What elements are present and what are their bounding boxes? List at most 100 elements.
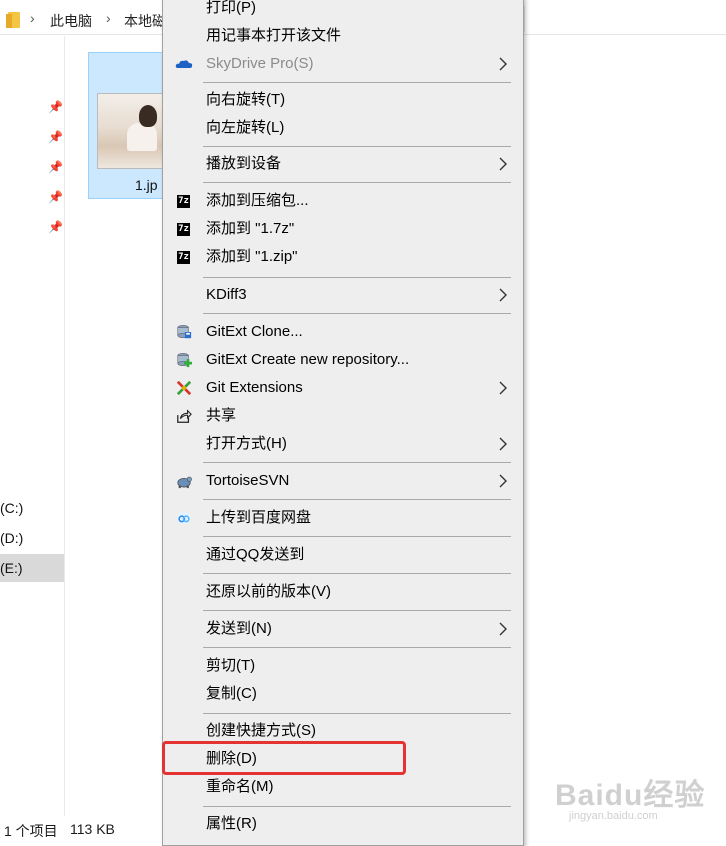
chevron-right-icon bbox=[499, 622, 507, 636]
menu-item-label: 用记事本打开该文件 bbox=[206, 27, 342, 44]
menu-item-label: 向右旋转(T) bbox=[206, 91, 286, 108]
menu-item-add-7z[interactable]: 7z 添加到 "1.7z" bbox=[163, 215, 523, 243]
menu-item-open-with[interactable]: 打开方式(H) bbox=[163, 430, 523, 458]
menu-item-kdiff3[interactable]: KDiff3 bbox=[163, 281, 523, 309]
pin-icon[interactable]: 📌 bbox=[48, 190, 63, 204]
menu-item-send-via-qq[interactable]: 通过QQ发送到 bbox=[163, 541, 523, 569]
cloud-icon bbox=[175, 60, 193, 68]
menu-item-label: 添加到压缩包... bbox=[206, 192, 309, 209]
pin-icon[interactable]: 📌 bbox=[48, 220, 63, 234]
menu-separator bbox=[203, 182, 511, 183]
chevron-right-icon bbox=[499, 57, 507, 71]
menu-item-label: 还原以前的版本(V) bbox=[206, 583, 331, 600]
pin-icon[interactable]: 📌 bbox=[48, 130, 63, 144]
menu-separator bbox=[203, 573, 511, 574]
menu-item-add-zip[interactable]: 7z 添加到 "1.zip" bbox=[163, 243, 523, 271]
delete-highlight-annotation bbox=[162, 741, 406, 775]
watermark-url: jingyan.baidu.com bbox=[569, 810, 658, 822]
7zip-icon: 7z bbox=[177, 223, 190, 236]
baidu-watermark-logo: Baidu经验 jingyan.baidu.com bbox=[555, 770, 715, 830]
menu-separator bbox=[203, 713, 511, 714]
chevron-right-icon bbox=[499, 437, 507, 451]
git-create-icon bbox=[177, 353, 192, 368]
menu-item-rename[interactable]: 重命名(M) bbox=[163, 773, 523, 801]
git-extensions-icon bbox=[176, 380, 192, 396]
folder-icon bbox=[6, 12, 20, 28]
navigation-pane: 📌 📌 📌 📌 📌 (C:) (D:) (E:) bbox=[0, 36, 65, 816]
menu-item-label: 发送到(N) bbox=[206, 620, 272, 637]
menu-item-skydrive[interactable]: SkyDrive Pro(S) bbox=[163, 50, 523, 78]
menu-item-label: SkyDrive Pro(S) bbox=[206, 55, 314, 72]
breadcrumb-this-pc[interactable]: 此电脑 bbox=[50, 11, 92, 31]
menu-item-label: 添加到 "1.zip" bbox=[206, 248, 298, 265]
menu-item-copy[interactable]: 复制(C) bbox=[163, 680, 523, 708]
menu-separator bbox=[203, 499, 511, 500]
menu-separator bbox=[203, 462, 511, 463]
menu-item-label: TortoiseSVN bbox=[206, 472, 290, 489]
menu-separator bbox=[203, 647, 511, 648]
menu-item-restore-versions[interactable]: 还原以前的版本(V) bbox=[163, 578, 523, 606]
menu-item-share[interactable]: 共享 bbox=[163, 402, 523, 430]
menu-item-gitext-create-repo[interactable]: GitExt Create new repository... bbox=[163, 346, 523, 374]
nav-drive-c[interactable]: (C:) bbox=[0, 494, 64, 522]
menu-item-label: 打印(P) bbox=[206, 0, 256, 16]
menu-separator bbox=[203, 82, 511, 83]
menu-item-label: 重命名(M) bbox=[206, 778, 274, 795]
search-box[interactable] bbox=[524, 6, 726, 32]
pin-icon[interactable]: 📌 bbox=[48, 100, 63, 114]
chevron-right-icon: › bbox=[30, 10, 35, 26]
chevron-right-icon bbox=[499, 474, 507, 488]
menu-item-print[interactable]: 打印(P) bbox=[163, 0, 523, 22]
menu-item-label: 播放到设备 bbox=[206, 155, 282, 172]
chevron-right-icon bbox=[499, 157, 507, 171]
item-count: 1 个项目 bbox=[4, 823, 58, 839]
chevron-right-icon: › bbox=[106, 10, 111, 26]
menu-item-label: Git Extensions bbox=[206, 379, 303, 396]
context-menu: 打印(P) 用记事本打开该文件 SkyDrive Pro(S) 向右旋转(T) … bbox=[162, 0, 524, 846]
chevron-right-icon bbox=[499, 288, 507, 302]
menu-item-rotate-left[interactable]: 向左旋转(L) bbox=[163, 114, 523, 142]
menu-separator bbox=[203, 806, 511, 807]
nav-drive-e[interactable]: (E:) bbox=[0, 554, 64, 582]
nav-drive-d[interactable]: (D:) bbox=[0, 524, 64, 552]
menu-item-gitext-clone[interactable]: GitExt Clone... bbox=[163, 318, 523, 346]
menu-item-cut[interactable]: 剪切(T) bbox=[163, 652, 523, 680]
menu-item-cast-to-device[interactable]: 播放到设备 bbox=[163, 150, 523, 178]
menu-item-label: 剪切(T) bbox=[206, 657, 256, 674]
menu-item-label: 向左旋转(L) bbox=[206, 119, 285, 136]
chevron-right-icon bbox=[499, 381, 507, 395]
share-icon bbox=[177, 409, 192, 423]
menu-item-tortoise-svn[interactable]: TortoiseSVN bbox=[163, 467, 523, 495]
watermark-brand: Baidu经验 bbox=[555, 779, 706, 812]
breadcrumb-local-disk[interactable]: 本地磁 bbox=[124, 11, 166, 31]
pin-icon[interactable]: 📌 bbox=[48, 160, 63, 174]
menu-item-baidu-upload[interactable]: 上传到百度网盘 bbox=[163, 504, 523, 532]
menu-item-add-archive[interactable]: 7z 添加到压缩包... bbox=[163, 187, 523, 215]
menu-item-label: 属性(R) bbox=[206, 815, 257, 832]
file-thumbnail bbox=[97, 93, 163, 169]
file-item[interactable]: 1.jp bbox=[88, 52, 170, 199]
menu-item-label: KDiff3 bbox=[206, 286, 247, 303]
baidu-netdisk-icon bbox=[177, 511, 191, 525]
menu-item-open-notepad[interactable]: 用记事本打开该文件 bbox=[163, 22, 523, 50]
menu-item-properties[interactable]: 属性(R) bbox=[163, 810, 523, 838]
menu-item-label: 上传到百度网盘 bbox=[206, 509, 312, 526]
menu-item-label: GitExt Clone... bbox=[206, 323, 303, 340]
menu-separator bbox=[203, 277, 511, 278]
menu-item-git-extensions[interactable]: Git Extensions bbox=[163, 374, 523, 402]
7zip-icon: 7z bbox=[177, 251, 190, 264]
menu-item-label: 打开方式(H) bbox=[206, 435, 287, 452]
7zip-icon: 7z bbox=[177, 195, 190, 208]
menu-separator bbox=[203, 146, 511, 147]
git-clone-icon bbox=[177, 325, 192, 339]
file-name: 1.jp bbox=[135, 177, 158, 193]
menu-separator bbox=[203, 313, 511, 314]
item-size: 113 KB bbox=[70, 821, 115, 837]
menu-separator bbox=[203, 536, 511, 537]
menu-item-send-to[interactable]: 发送到(N) bbox=[163, 615, 523, 643]
menu-separator bbox=[203, 610, 511, 611]
menu-item-rotate-right[interactable]: 向右旋转(T) bbox=[163, 86, 523, 114]
tortoise-svn-icon bbox=[177, 476, 192, 489]
menu-item-label: GitExt Create new repository... bbox=[206, 351, 410, 368]
menu-item-label: 添加到 "1.7z" bbox=[206, 220, 295, 237]
